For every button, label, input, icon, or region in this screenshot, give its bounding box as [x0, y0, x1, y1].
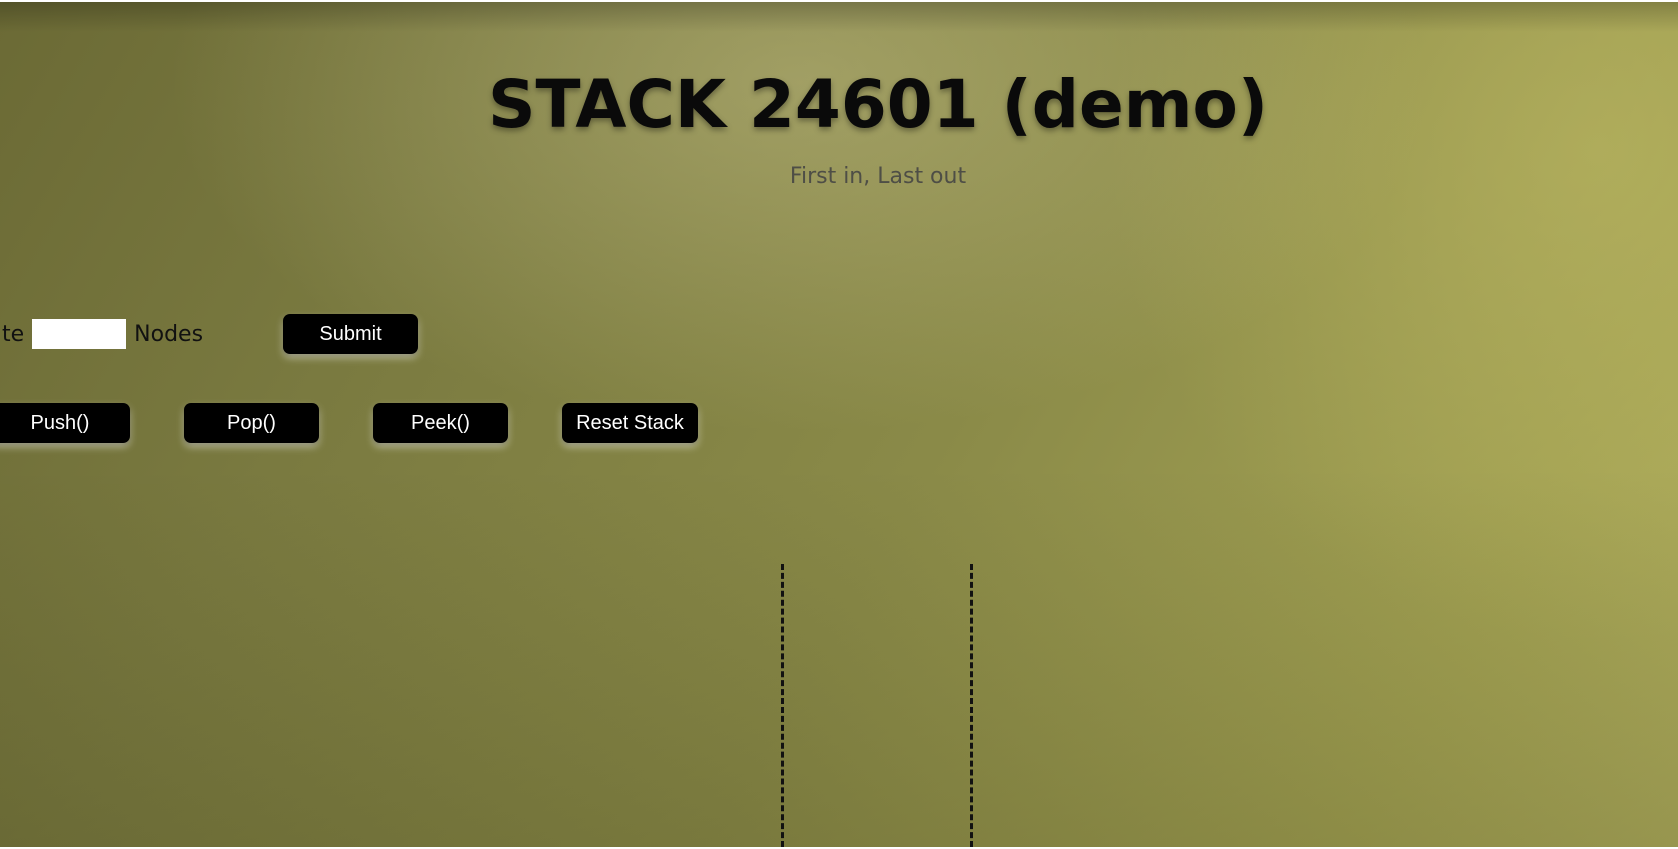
- pop-button[interactable]: Pop(): [184, 403, 319, 443]
- stack-container-right-wall: [970, 564, 973, 847]
- stack-container-left-wall: [781, 564, 784, 847]
- page-title: STACK 24601 (demo): [487, 66, 1269, 143]
- submit-button[interactable]: Submit: [283, 314, 418, 354]
- node-count-input[interactable]: [32, 319, 127, 349]
- generate-label: nerate: [0, 321, 25, 347]
- generate-nodes-form: nerate Nodes: [0, 314, 203, 354]
- reset-stack-button[interactable]: Reset Stack: [562, 403, 698, 443]
- page-subtitle: First in, Last out: [789, 164, 967, 189]
- stack-demo-page: STACK 24601 (demo) First in, Last out ne…: [0, 2, 1678, 847]
- nodes-label: Nodes: [134, 321, 204, 347]
- push-button[interactable]: Push(): [0, 403, 130, 443]
- peek-button[interactable]: Peek(): [373, 403, 508, 443]
